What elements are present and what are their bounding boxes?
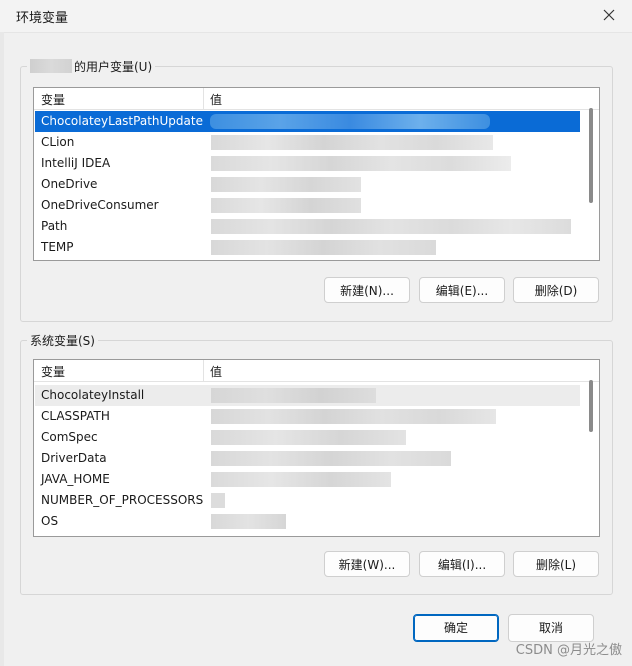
cancel-button[interactable]: 取消 [508, 614, 594, 642]
background-window-edge [0, 32, 4, 666]
system-row-number-of-processors[interactable]: NUMBER_OF_PROCESSORS [35, 490, 580, 511]
window-title: 环境变量 [16, 11, 69, 26]
redacted-value [211, 135, 493, 150]
system-edit-button[interactable]: 编辑(I)... [419, 551, 505, 577]
user-row-onedriveconsumer[interactable]: OneDriveConsumer [35, 195, 580, 216]
user-variables-list[interactable]: 变量 值 ChocolateyLastPathUpdate CLion Inte… [33, 87, 600, 261]
system-variables-legend: 系统变量(S) [27, 332, 98, 349]
user-row-onedrive[interactable]: OneDrive [35, 174, 580, 195]
row-variable-name: DriverData [41, 451, 107, 465]
system-new-button[interactable]: 新建(W)... [324, 551, 410, 577]
row-variable-name: IntelliJ IDEA [41, 156, 111, 170]
system-delete-button[interactable]: 删除(L) [513, 551, 599, 577]
row-variable-name: ComSpec [41, 430, 98, 444]
row-variable-name: NUMBER_OF_PROCESSORS [41, 493, 204, 507]
redacted-value [210, 114, 490, 129]
user-row-temp[interactable]: TEMP [35, 237, 580, 258]
redacted-value [211, 177, 361, 192]
user-row-clion[interactable]: CLion [35, 132, 580, 153]
column-divider[interactable] [203, 360, 204, 381]
row-variable-name: JAVA_HOME [41, 472, 110, 486]
system-row-comspec[interactable]: ComSpec [35, 427, 580, 448]
redacted-value [211, 388, 376, 403]
system-list-header: 变量 值 [34, 360, 599, 382]
row-variable-name: CLASSPATH [41, 409, 110, 423]
user-new-button[interactable]: 新建(N)... [324, 277, 410, 303]
system-variables-list[interactable]: 变量 值 ChocolateyInstall CLASSPATH ComSpec… [33, 359, 600, 537]
user-row-path[interactable]: Path [35, 216, 580, 237]
user-list-header: 变量 值 [34, 88, 599, 110]
title-bar: 环境变量 [0, 0, 632, 33]
row-variable-name: ChocolateyInstall [41, 388, 145, 402]
redacted-value [211, 514, 286, 529]
system-row-classpath[interactable]: CLASSPATH [35, 406, 580, 427]
redacted-value [211, 451, 451, 466]
row-variable-name: TEMP [41, 240, 74, 254]
row-variable-name: OneDrive [41, 177, 98, 191]
user-variables-legend: 的用户变量(U) [27, 58, 156, 75]
system-row-chocolateyinstall[interactable]: ChocolateyInstall [35, 385, 580, 406]
redacted-value [211, 219, 571, 234]
close-icon [603, 9, 615, 24]
user-edit-button[interactable]: 编辑(E)... [419, 277, 505, 303]
column-header-value[interactable]: 值 [210, 363, 222, 380]
redacted-value [211, 156, 511, 171]
column-divider[interactable] [203, 88, 204, 109]
column-header-variable[interactable]: 变量 [41, 91, 65, 108]
redacted-value [211, 409, 496, 424]
redacted-value [211, 472, 391, 487]
user-row-intellij-idea[interactable]: IntelliJ IDEA [35, 153, 580, 174]
watermark: CSDN @月光之傲 [515, 643, 622, 658]
user-delete-button[interactable]: 删除(D) [513, 277, 599, 303]
system-row-driverdata[interactable]: DriverData [35, 448, 580, 469]
redacted-value [211, 493, 225, 508]
environment-variables-dialog: 环境变量 的用户变量(U) 变量 值 ChocolateyLastPathUpd… [0, 0, 632, 666]
user-list-scrollbar[interactable] [589, 108, 593, 203]
user-row-chocolateylastpathupdate[interactable]: ChocolateyLastPathUpdate [35, 111, 580, 132]
row-variable-name: CLion [41, 135, 75, 149]
column-header-variable[interactable]: 变量 [41, 363, 65, 380]
system-row-java-home[interactable]: JAVA_HOME [35, 469, 580, 490]
row-variable-name: ChocolateyLastPathUpdate [41, 114, 203, 128]
row-variable-name: Path [41, 219, 68, 233]
ok-button[interactable]: 确定 [413, 614, 499, 642]
user-variables-group: 的用户变量(U) 变量 值 ChocolateyLastPathUpdate C… [20, 58, 613, 322]
row-variable-name: OneDriveConsumer [41, 198, 159, 212]
column-header-value[interactable]: 值 [210, 91, 222, 108]
close-button[interactable] [596, 4, 622, 28]
redacted-value [211, 198, 361, 213]
redacted-value [211, 430, 406, 445]
system-list-scrollbar[interactable] [589, 380, 593, 432]
row-variable-name: OS [41, 514, 59, 528]
system-row-os[interactable]: OS [35, 511, 580, 532]
system-variables-group: 系统变量(S) 变量 值 ChocolateyInstall CLASSPATH… [20, 332, 613, 595]
redacted-value [211, 240, 436, 255]
redacted-username [30, 59, 72, 73]
